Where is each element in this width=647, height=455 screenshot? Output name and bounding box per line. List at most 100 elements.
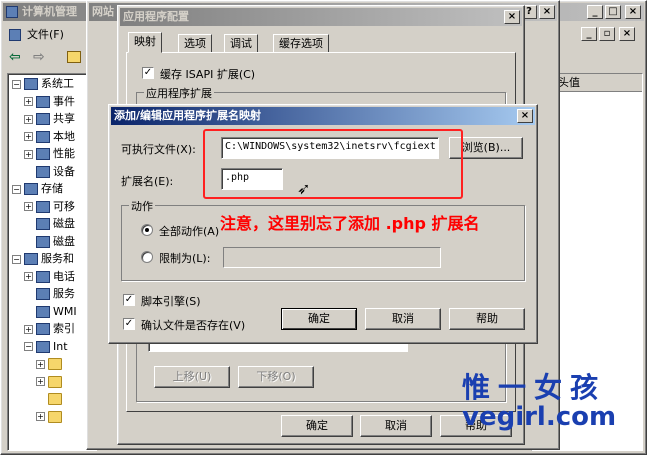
expand-icon[interactable]: + <box>36 412 45 421</box>
watermark-title: 惟一女孩 <box>462 371 607 404</box>
services-apps-icon <box>24 253 38 265</box>
cache-isapi-checkbox[interactable]: ✓ <box>142 67 154 79</box>
tree-item[interactable]: + 可移 <box>24 199 75 215</box>
maximize-button[interactable]: □ <box>605 5 621 19</box>
tree-item[interactable]: − 服务和 <box>12 251 74 267</box>
move-up-button[interactable]: 上移(U) <box>154 366 230 388</box>
tree-item[interactable]: − 系统工 <box>12 76 74 92</box>
tree-item[interactable]: + 共享 <box>24 111 75 127</box>
tree-item-label: 磁盘 <box>53 234 75 248</box>
collapse-icon[interactable]: − <box>24 342 33 351</box>
back-arrow-icon[interactable]: ⇦ <box>9 49 21 65</box>
menu-file[interactable]: 文件(F) <box>9 26 64 42</box>
tree-item[interactable]: + <box>36 356 65 372</box>
expand-icon[interactable]: + <box>24 324 33 334</box>
tab-debugging[interactable]: 调试 <box>224 34 258 53</box>
tree-item[interactable]: + 性能 <box>24 146 75 162</box>
limit-to-input[interactable] <box>223 247 441 268</box>
disk-defrag-icon <box>36 218 50 230</box>
all-verbs-radio[interactable] <box>141 224 153 236</box>
disk-management-icon <box>36 235 50 248</box>
collapse-icon[interactable]: − <box>12 254 21 264</box>
site-window-title: 网站 <box>92 5 114 18</box>
tree-item[interactable]: 磁盘 <box>24 216 75 232</box>
dialog-close-button[interactable]: × <box>517 109 533 123</box>
tree-item[interactable]: + <box>36 409 65 425</box>
tree-item[interactable]: WMI <box>24 304 77 320</box>
folder-icon <box>48 375 62 388</box>
folder-icon <box>48 393 62 405</box>
dialog-title: 添加/编辑应用程序扩展名映射 <box>114 109 262 122</box>
indexing-icon <box>36 323 50 335</box>
tree-item[interactable]: + 事件 <box>24 94 75 110</box>
forward-arrow-icon[interactable]: ⇨ <box>33 49 45 65</box>
tab-options[interactable]: 选项 <box>178 34 212 53</box>
storage-icon <box>24 183 38 195</box>
tree-item[interactable]: + 本地 <box>24 129 75 145</box>
annotation-highlight-box <box>203 129 463 199</box>
tree-item[interactable]: 磁盘 <box>24 234 75 250</box>
expand-icon[interactable]: + <box>24 114 33 124</box>
site-ok-button[interactable]: 确定 <box>281 415 353 437</box>
tree-item-label: WMI <box>53 304 77 318</box>
tree-item[interactable]: − Int <box>24 339 68 355</box>
cache-isapi-label: 缓存 ISAPI 扩展(C) <box>160 68 256 81</box>
tree-item[interactable]: 设备 <box>24 164 75 180</box>
app-config-close-button[interactable]: × <box>504 10 520 24</box>
menu-icon <box>9 29 21 41</box>
tree-item-label: 服务 <box>53 287 75 300</box>
tree-item[interactable] <box>36 391 65 407</box>
tree-item-label: 共享 <box>53 112 75 125</box>
tree-item[interactable]: 服务 <box>24 286 75 302</box>
extension-label: 扩展名(E): <box>121 175 174 188</box>
watermark-url: vegirl.com <box>462 402 617 432</box>
tree-item[interactable]: + 电话 <box>24 269 75 285</box>
tree-item-label: 索引 <box>53 322 75 335</box>
mdi-restore-button[interactable]: ▫ <box>599 27 615 41</box>
up-folder-icon[interactable] <box>67 51 81 63</box>
wmi-icon <box>36 305 50 318</box>
app-config-titlebar: 应用程序配置 <box>120 8 522 26</box>
dialog-ok-button[interactable]: 确定 <box>281 308 357 330</box>
move-down-button[interactable]: 下移(O) <box>238 366 314 388</box>
expand-icon[interactable]: + <box>24 272 33 281</box>
mdi-close-button[interactable]: × <box>619 27 635 41</box>
tree-item[interactable]: + <box>36 374 65 390</box>
dialog-help-button[interactable]: 帮助 <box>449 308 525 330</box>
tree-item[interactable]: + 索引 <box>24 321 75 337</box>
executable-label: 可执行文件(X): <box>121 143 196 156</box>
script-engine-checkbox[interactable]: ✓ <box>123 294 135 306</box>
verify-file-label: 确认文件是否存在(V) <box>141 319 246 332</box>
app-config-title: 应用程序配置 <box>123 10 189 23</box>
window-title: 计算机管理 <box>22 5 77 18</box>
site-close-button[interactable]: × <box>539 5 555 19</box>
expand-icon[interactable]: + <box>36 377 45 386</box>
mdi-minimize-button[interactable]: _ <box>581 27 597 41</box>
collapse-icon[interactable]: − <box>12 184 21 194</box>
computer-icon <box>24 78 38 90</box>
expand-icon[interactable]: + <box>24 202 33 211</box>
verify-file-checkbox[interactable]: ✓ <box>123 318 135 330</box>
users-icon <box>36 130 50 143</box>
tree-item-label: 性能 <box>53 147 75 160</box>
tab-cache-options[interactable]: 缓存选项 <box>273 34 329 53</box>
tree-item-label: 服务和 <box>41 252 74 265</box>
expand-icon[interactable]: + <box>24 132 33 141</box>
expand-icon[interactable]: + <box>36 359 45 369</box>
expand-icon[interactable]: + <box>24 97 33 106</box>
close-button[interactable]: × <box>625 5 641 19</box>
dialog-cancel-button[interactable]: 取消 <box>365 308 441 330</box>
telephony-icon <box>36 270 50 283</box>
tree-pane: − 系统工 + 事件 + 共享 + 本地 + 性能 设备 − 存储 + 可移 磁盘 磁盘 − 服务和 + 电话 服务 WMI… <box>7 73 97 451</box>
tree-item-label: Int <box>53 339 68 353</box>
annotation-text: 注意，这里别忘了添加 .php 扩展名 <box>220 214 480 233</box>
minimize-button[interactable]: _ <box>587 5 603 19</box>
site-cancel-button[interactable]: 取消 <box>360 415 432 437</box>
limit-to-radio[interactable] <box>141 251 153 263</box>
app-icon <box>6 6 18 18</box>
tab-mappings[interactable]: 映射 <box>128 32 162 53</box>
limit-to-label: 限制为(L): <box>159 252 211 265</box>
tree-item[interactable]: − 存储 <box>12 181 63 197</box>
expand-icon[interactable]: + <box>24 149 33 159</box>
collapse-icon[interactable]: − <box>12 79 21 89</box>
